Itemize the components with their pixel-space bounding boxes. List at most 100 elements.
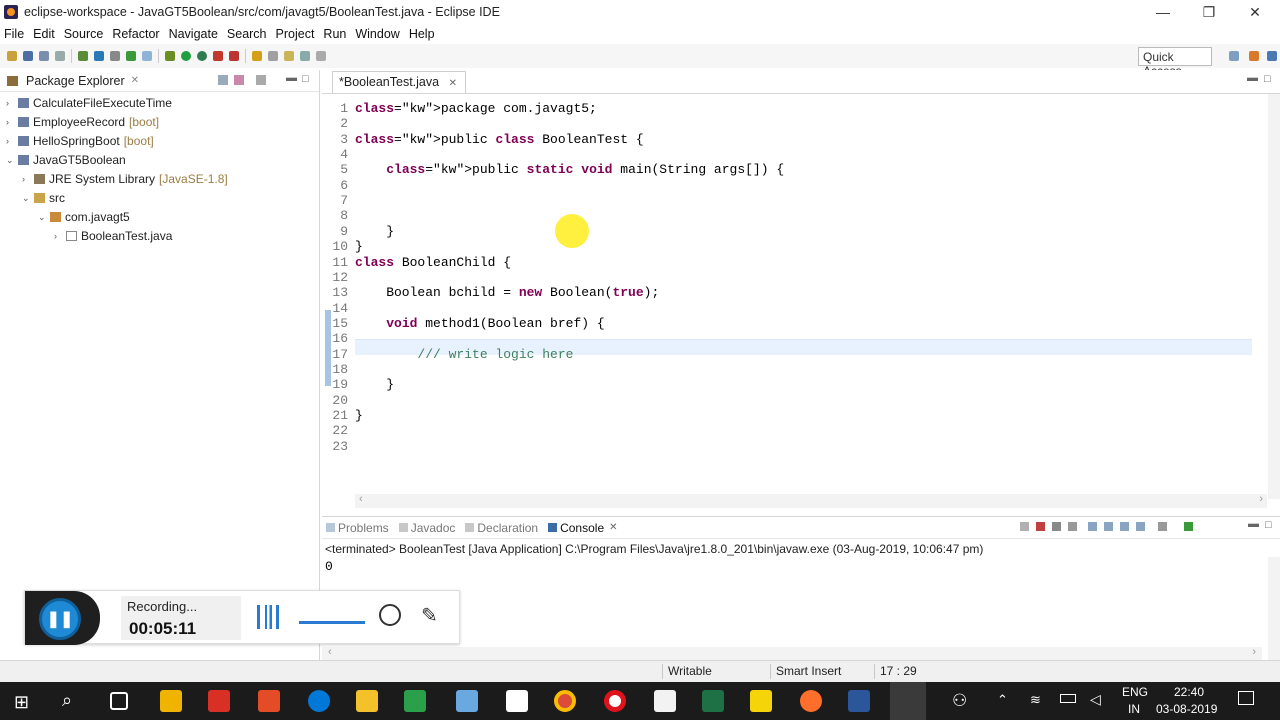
stop-icon[interactable] (229, 51, 239, 61)
external-tools-icon[interactable] (213, 51, 223, 61)
terminal-icon[interactable] (142, 51, 152, 61)
tree-item-src[interactable]: ⌄ src (22, 189, 65, 207)
minimize-view-icon[interactable]: ▬ (1248, 518, 1259, 530)
maximize-view-icon[interactable]: □ (302, 73, 309, 85)
menu-refactor[interactable]: Refactor (112, 27, 159, 41)
collapse-all-icon[interactable] (218, 75, 228, 85)
tab-declaration[interactable]: Declaration (465, 521, 538, 535)
expand-arrow-icon[interactable]: › (6, 136, 16, 146)
debug-icon[interactable] (94, 51, 104, 61)
menu-edit[interactable]: Edit (33, 27, 55, 41)
audio-levels-icon[interactable] (257, 605, 279, 629)
excel-icon[interactable] (702, 690, 724, 712)
open-perspective-icon[interactable] (1229, 51, 1239, 61)
editor-tab-booleantest[interactable]: *BooleanTest.java ✕ (332, 71, 466, 93)
remove-launch-icon[interactable] (1020, 522, 1029, 531)
people-icon[interactable]: ⚇ (952, 691, 967, 711)
new-java-project-icon[interactable] (165, 51, 175, 61)
close-tab-icon[interactable]: ✕ (609, 522, 617, 533)
minimize-button[interactable]: — (1140, 0, 1186, 24)
save-icon[interactable] (23, 51, 33, 61)
tab-problems[interactable]: Problems (326, 521, 389, 535)
scroll-lock-icon[interactable] (1088, 522, 1097, 531)
console-horizontal-scrollbar[interactable]: ‹ › (322, 646, 1262, 661)
close-tab-icon[interactable]: ✕ (449, 78, 457, 89)
coverage-icon[interactable] (197, 51, 207, 61)
minimize-view-icon[interactable]: ▬ (286, 72, 297, 84)
windows-start-icon[interactable]: ⊞ (14, 692, 29, 713)
print-icon[interactable] (55, 51, 65, 61)
show-hidden-icons-icon[interactable]: ⌃ (997, 692, 1008, 708)
maximize-view-icon[interactable]: □ (1265, 519, 1272, 531)
app-blue-icon[interactable] (456, 690, 478, 712)
maximize-editor-icon[interactable]: □ (1264, 73, 1271, 85)
annotation-icon[interactable] (284, 51, 294, 61)
menu-search[interactable]: Search (227, 27, 267, 41)
task-view-icon[interactable] (110, 692, 128, 710)
close-button[interactable]: ✕ (1232, 0, 1278, 24)
collapse-arrow-icon[interactable]: ⌄ (38, 212, 48, 223)
tab-console[interactable]: Console ✕ (548, 521, 618, 535)
menu-file[interactable]: File (4, 27, 24, 41)
tree-item-employeerecord[interactable]: › EmployeeRecord [boot] (6, 113, 159, 131)
package-explorer-title[interactable]: Package Explorer (26, 74, 125, 88)
menu-run[interactable]: Run (323, 27, 346, 41)
new-icon[interactable] (7, 51, 17, 61)
back-icon[interactable] (300, 51, 310, 61)
menu-navigate[interactable]: Navigate (169, 27, 218, 41)
display-console-icon[interactable] (1158, 522, 1167, 531)
editor-vertical-scrollbar[interactable] (1268, 94, 1280, 499)
menu-source[interactable]: Source (64, 27, 104, 41)
battery-icon[interactable] (1060, 694, 1076, 703)
store-icon[interactable] (160, 690, 182, 712)
menu-project[interactable]: Project (276, 27, 315, 41)
volume-slider[interactable] (299, 621, 365, 624)
app-orange-icon[interactable] (258, 690, 280, 712)
sticky-notes-icon[interactable] (750, 690, 772, 712)
chrome-icon[interactable] (554, 690, 576, 712)
opera-icon[interactable] (604, 690, 626, 712)
java-ee-perspective-icon[interactable] (1249, 51, 1259, 61)
tree-item-calculatefileexecutetime[interactable]: › CalculateFileExecuteTime (6, 94, 172, 112)
tree-item-jre-system-library[interactable]: › JRE System Library [JavaSE-1.8] (22, 170, 228, 188)
scroll-right-icon[interactable]: › (1259, 493, 1263, 505)
collapse-arrow-icon[interactable]: ⌄ (6, 155, 16, 166)
search-icon[interactable] (268, 51, 278, 61)
volume-icon[interactable]: ◁ (1090, 691, 1101, 708)
tree-item-com-javagt5[interactable]: ⌄ com.javagt5 (38, 208, 130, 226)
close-view-icon[interactable]: ✕ (131, 75, 139, 86)
open-console-icon[interactable] (1184, 522, 1193, 531)
word-wrap-icon[interactable] (1104, 522, 1113, 531)
notifications-icon[interactable] (1238, 691, 1254, 705)
webcam-icon[interactable] (379, 604, 401, 626)
mail-icon[interactable] (506, 690, 528, 712)
expand-arrow-icon[interactable]: › (6, 98, 16, 108)
pin-console-icon[interactable] (1136, 522, 1145, 531)
app-red-icon[interactable] (208, 690, 230, 712)
save-all-icon[interactable] (39, 51, 49, 61)
tree-item-javagt5boolean[interactable]: ⌄ JavaGT5Boolean (6, 151, 126, 169)
maximize-button[interactable]: ❐ (1186, 0, 1232, 24)
clock-date[interactable]: 03-08-2019 (1156, 702, 1217, 716)
scroll-left-icon[interactable]: ‹ (359, 493, 363, 505)
file-explorer-icon[interactable] (356, 690, 378, 712)
skip-breakpoints-icon[interactable] (110, 51, 120, 61)
editor-horizontal-scrollbar[interactable]: ‹ › (355, 493, 1267, 508)
tree-item-booleantest-java[interactable]: › BooleanTest.java (54, 227, 172, 245)
remove-all-icon[interactable] (1052, 522, 1061, 531)
run-icon[interactable] (181, 51, 191, 61)
java-perspective-icon[interactable] (1267, 51, 1277, 61)
collapse-arrow-icon[interactable]: ⌄ (22, 193, 32, 204)
expand-arrow-icon[interactable]: › (54, 231, 64, 241)
wifi-icon[interactable]: ≋ (1030, 692, 1041, 708)
tab-javadoc[interactable]: Javadoc (398, 521, 455, 535)
document-icon[interactable] (654, 690, 676, 712)
edge-icon[interactable] (308, 690, 330, 712)
scroll-left-icon[interactable]: ‹ (328, 646, 332, 658)
forward-icon[interactable] (316, 51, 326, 61)
expand-arrow-icon[interactable]: › (6, 117, 16, 127)
pen-icon[interactable]: ✎ (421, 603, 438, 628)
language-indicator[interactable]: ENG (1122, 685, 1148, 699)
search-icon[interactable]: ⌕ (62, 690, 72, 711)
terminate-icon[interactable] (1036, 522, 1045, 531)
